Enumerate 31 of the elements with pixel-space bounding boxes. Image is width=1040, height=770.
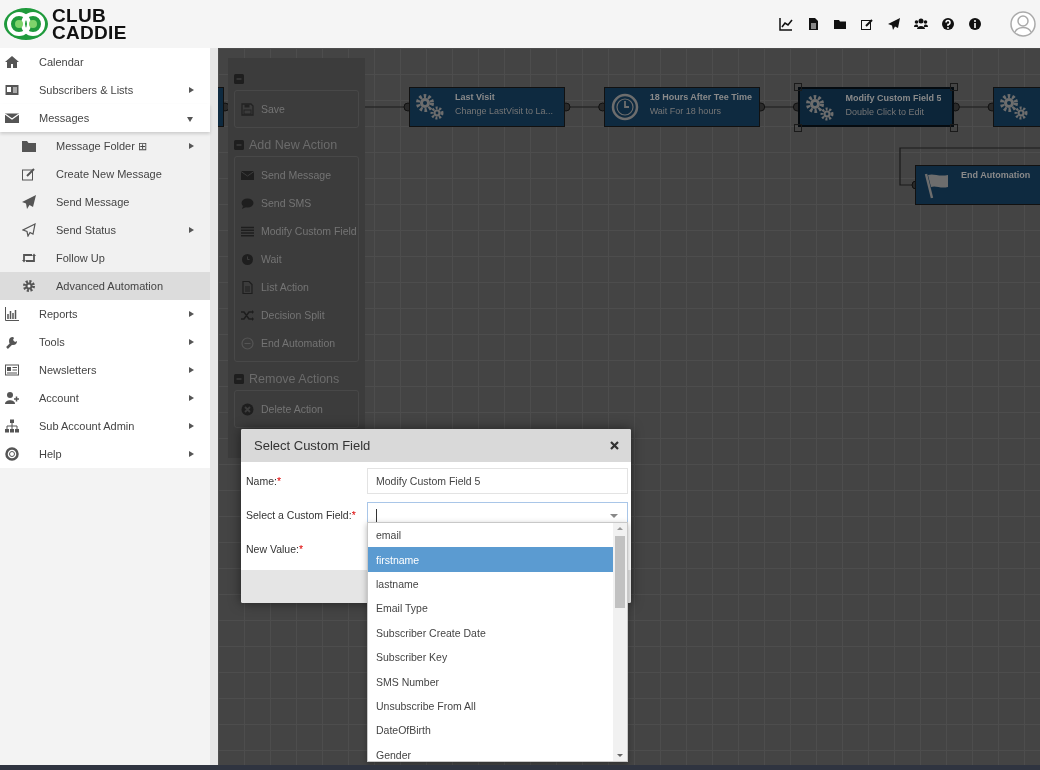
dialog-title: Select Custom Field [254,438,371,453]
node-title: Last Visit [455,92,496,102]
sidebar-item[interactable]: Subscribers & Lists [0,76,210,104]
sidebar-item[interactable]: Tools [0,328,210,356]
logo-text: CLUB CADDIE [52,7,127,41]
node-subtitle: Double Click to Edit [845,107,925,117]
dropdown-option[interactable]: DateOfBirth [368,718,613,743]
node-subtitle: Change LastVisit to La... [455,106,553,116]
dropdown-option[interactable]: email [368,523,613,548]
dropdown-option[interactable]: Unsubscribe From All [368,693,613,719]
dropdown-option[interactable]: Email Type [368,596,613,621]
field-label: Name:* [245,475,283,487]
dropdown-option[interactable]: Subscriber Create Date [368,620,613,645]
field-label: Select a Custom Field:* [245,509,357,521]
sidebar-item[interactable]: Reports [0,300,210,328]
node-subtitle: Wait For 18 hours [649,106,722,116]
sidebar-item[interactable]: Help [0,440,210,468]
node-title: Modify Custom Field 5 [845,93,942,103]
node-title: 18 Hours After Tee Time [649,92,753,102]
dropdown-option[interactable]: Gender [368,742,613,765]
sidebar-item[interactable]: Newsletters [0,356,210,384]
sidebar-item[interactable]: Sub Account Admin [0,412,210,440]
sidebar-item[interactable]: Calendar [0,48,210,76]
field-label: New Value:* [245,543,304,555]
input-field[interactable]: Modify Custom Field 5 [367,468,628,494]
sidebar-item[interactable]: Messages [0,104,210,132]
dropdown-option[interactable]: SMS Number [368,669,613,694]
submenu-item[interactable]: Advanced Automation [0,272,210,300]
node-title: End Automation [961,170,1031,180]
dropdown-option[interactable]: Subscriber Key [368,644,613,670]
sidebar-item[interactable]: Account [0,384,210,412]
